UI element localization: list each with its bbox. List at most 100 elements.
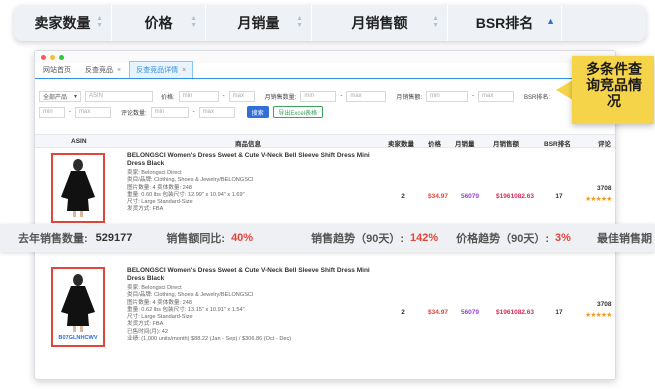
min-placeholder: min bbox=[182, 93, 193, 99]
last-year-sales-value: 529177 bbox=[95, 232, 133, 244]
close-icon[interactable]: × bbox=[182, 67, 186, 74]
sales-trend-value: 142% bbox=[410, 232, 439, 244]
th-sellers[interactable]: 卖家数量 bbox=[388, 138, 414, 148]
price-trend-value: 3% bbox=[555, 232, 571, 244]
sort-arrows-icon[interactable]: ▲ ▼ bbox=[190, 15, 197, 29]
monthly-sales-value: 56079 bbox=[460, 309, 480, 316]
th-monthly-sales[interactable]: 月销量 bbox=[455, 138, 475, 148]
sellers-value: 2 bbox=[401, 193, 405, 200]
sort-arrows-icon[interactable]: ▲ ▼ bbox=[96, 15, 103, 29]
header-col-label: 月销售额 bbox=[351, 15, 408, 31]
bsr-min-input[interactable]: min bbox=[39, 106, 65, 118]
monthly-revenue-min-input[interactable]: min bbox=[426, 90, 469, 102]
header-col-empty bbox=[562, 5, 646, 41]
max-placeholder: max bbox=[79, 109, 91, 115]
tab-bar: 网站首页 反查竞品 × 反查竞品详情 × bbox=[35, 61, 615, 79]
header-col-price[interactable]: 价格 ▲ ▼ bbox=[112, 5, 206, 41]
monthly-revenue-max-input[interactable]: max bbox=[478, 90, 515, 102]
header-col-label: 卖家数量 bbox=[34, 15, 91, 31]
filter-panel: 全部产品 ▾ ASIN 价格: min - max 月销售数量: min - ma… bbox=[35, 79, 615, 123]
stage: 卖家数量 ▲ ▼ 价格 ▲ ▼ 月销量 ▲ ▼ 月销售额 ▲ ▼ BSR排名 ▲ 网站首… bbox=[0, 0, 655, 389]
monthly-sales-min-input[interactable]: min bbox=[300, 90, 337, 102]
sort-asc-icon[interactable]: ▲ bbox=[546, 16, 555, 26]
bsr-value: 17 bbox=[555, 193, 563, 200]
maximize-dot-icon[interactable] bbox=[59, 54, 64, 60]
th-monthly-revenue[interactable]: 月销售额 bbox=[493, 138, 519, 148]
header-col-sellers[interactable]: 卖家数量 ▲ ▼ bbox=[14, 5, 112, 41]
rating-stars-icon: ★★★★★ bbox=[585, 312, 612, 319]
callout-pointer bbox=[556, 80, 573, 100]
column-header-banner: 卖家数量 ▲ ▼ 价格 ▲ ▼ 月销量 ▲ ▼ 月销售额 ▲ ▼ BSR排名 ▲ bbox=[14, 5, 646, 41]
monthly-revenue-value: $1961082.63 bbox=[496, 193, 534, 200]
asin-link[interactable]: B07GLNHCWV bbox=[58, 335, 97, 341]
product-title[interactable]: BELONGSCI Women's Dress Sweet & Cute V-N… bbox=[127, 152, 377, 168]
monthly-revenue-label: 月销售额: bbox=[396, 94, 423, 101]
price-min-input[interactable]: min bbox=[178, 90, 219, 102]
range-dash: - bbox=[222, 93, 225, 99]
product-details: 卖家: Belongsci Direct 类目/品牌: Clothing, Sh… bbox=[127, 285, 397, 343]
max-placeholder: max bbox=[350, 93, 362, 99]
range-dash: - bbox=[340, 93, 343, 99]
bsr-value: 17 bbox=[555, 309, 563, 316]
header-col-monthly-sales[interactable]: 月销量 ▲ ▼ bbox=[206, 5, 312, 41]
sort-arrows-icon[interactable]: ▲ ▼ bbox=[296, 15, 303, 29]
asin-input[interactable]: ASIN bbox=[85, 90, 153, 102]
detail-line: 类目/品牌: Clothing, Shoes & Jewelry/BELONGS… bbox=[127, 177, 254, 184]
th-bsr[interactable]: BSR排名 bbox=[544, 138, 571, 148]
detail-line: 图片数量: 4 卖体数量: 248 bbox=[127, 299, 192, 306]
detail-line: 发货方式: FBA bbox=[127, 321, 164, 328]
table-header: ASIN 商品信息 卖家数量 价格 月销量 月销售额 BSR排名 评论 bbox=[35, 134, 615, 148]
close-dot-icon[interactable] bbox=[41, 54, 46, 60]
tab-home[interactable]: 网站首页 bbox=[37, 62, 77, 78]
header-col-monthly-revenue[interactable]: 月销售额 ▲ ▼ bbox=[312, 5, 448, 41]
tab-label: 网站首页 bbox=[43, 67, 71, 74]
detail-line: 已售时间(月): 42 bbox=[127, 328, 169, 335]
min-placeholder: min bbox=[430, 93, 440, 99]
rating-stars-icon: ★★★★★ bbox=[585, 196, 612, 203]
monthly-sales-label: 月销售数量: bbox=[264, 94, 297, 101]
min-placeholder: min bbox=[154, 109, 165, 115]
search-button[interactable]: 搜索 bbox=[246, 106, 269, 118]
bsr-max-input[interactable]: max bbox=[75, 106, 111, 118]
header-col-bsr[interactable]: BSR排名 ▲ bbox=[448, 5, 562, 41]
sort-arrows-icon[interactable]: ▲ ▼ bbox=[432, 15, 439, 29]
minimize-dot-icon[interactable] bbox=[50, 54, 55, 60]
max-placeholder: max bbox=[202, 109, 215, 115]
export-excel-button[interactable]: 导出Excel表格 bbox=[272, 106, 323, 118]
reviews-max-input[interactable]: max bbox=[198, 106, 235, 118]
th-product-info[interactable]: 商品信息 bbox=[235, 138, 261, 148]
chevron-down-icon: ▾ bbox=[73, 93, 77, 100]
monthly-sales-value: 56079 bbox=[460, 193, 480, 200]
detail-line: 发货方式: FBA bbox=[127, 206, 164, 213]
th-reviews[interactable]: 评论 bbox=[598, 138, 611, 148]
range-dash: - bbox=[69, 109, 71, 115]
product-title[interactable]: BELONGSCI Women's Dress Sweet & Cute V-N… bbox=[127, 267, 377, 283]
max-placeholder: max bbox=[482, 93, 494, 99]
th-asin[interactable]: ASIN bbox=[71, 138, 87, 145]
header-col-label: BSR排名 bbox=[475, 15, 534, 31]
asin-placeholder: ASIN bbox=[89, 93, 104, 99]
min-placeholder: min bbox=[304, 93, 315, 99]
range-dash: - bbox=[472, 93, 475, 99]
header-col-label: 价格 bbox=[144, 15, 173, 31]
reviews-label: 评论数量: bbox=[121, 110, 147, 117]
table-row[interactable]: BELONGSCI Women's Dress Sweet & Cute V-N… bbox=[35, 149, 615, 224]
product-details: 卖家: Belongsci Direct 类目/品牌: Clothing, Sh… bbox=[127, 170, 387, 214]
close-icon[interactable]: × bbox=[117, 67, 121, 74]
sellers-value: 2 bbox=[401, 309, 405, 316]
tab-reverse-lookup-detail[interactable]: 反查竞品详情 × bbox=[129, 61, 194, 78]
yoy-value: 40% bbox=[231, 232, 254, 244]
product-image[interactable]: B07GLNHCWV bbox=[51, 267, 105, 347]
sales-stats-strip: 去年销售数量: 529177 销售额同比: 40% 销售趋势（90天）: 142… bbox=[0, 224, 655, 252]
max-placeholder: max bbox=[232, 93, 245, 99]
reviews-min-input[interactable]: min bbox=[150, 106, 189, 118]
tab-reverse-lookup[interactable]: 反查竞品 × bbox=[79, 62, 127, 78]
category-select[interactable]: 全部产品 ▾ bbox=[39, 90, 81, 102]
table-row[interactable]: B07GLNHCWV BELONGSCI Women's Dress Sweet… bbox=[35, 261, 615, 379]
best-period-label: 最佳销售期 bbox=[596, 233, 652, 245]
price-max-input[interactable]: max bbox=[228, 90, 255, 102]
th-price[interactable]: 价格 bbox=[428, 138, 441, 148]
bsr-label: BSR排名: bbox=[524, 94, 551, 101]
monthly-sales-max-input[interactable]: max bbox=[346, 90, 387, 102]
product-image[interactable] bbox=[51, 153, 105, 223]
